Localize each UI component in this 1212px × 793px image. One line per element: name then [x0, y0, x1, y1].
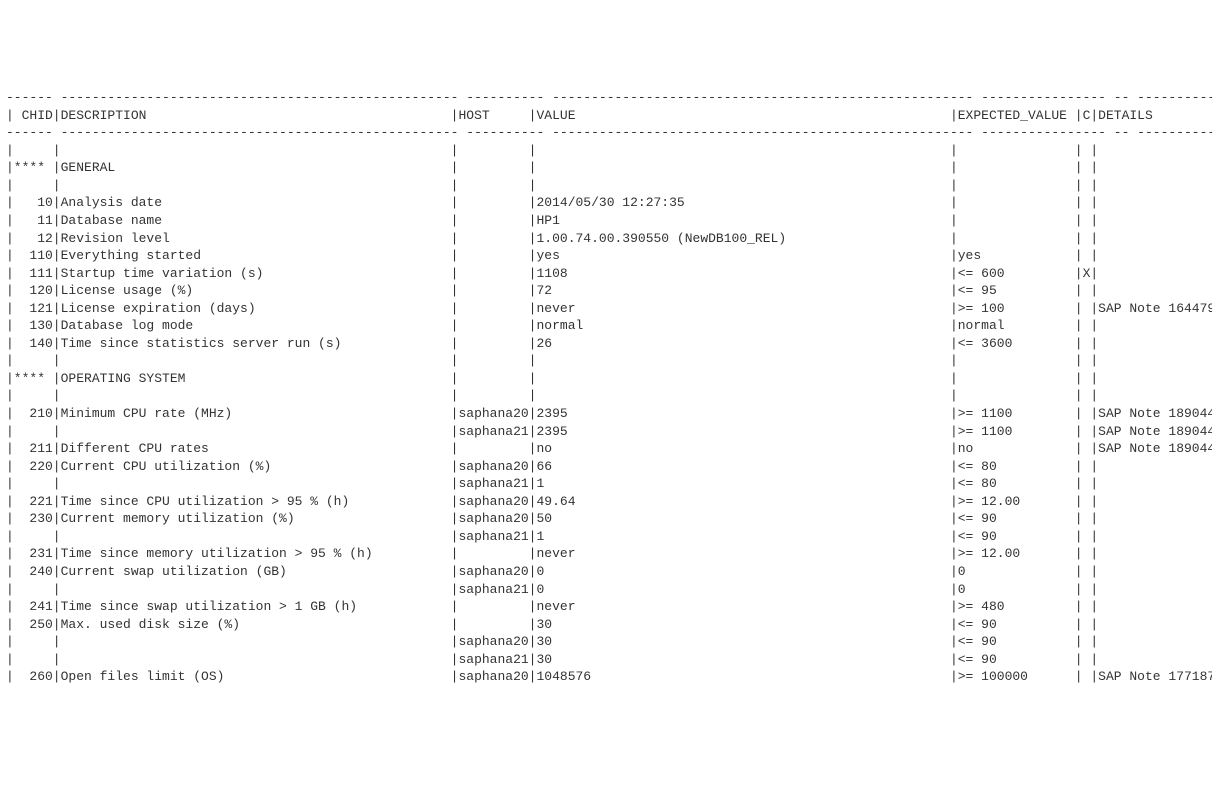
report-output: ------ ---------------------------------…	[6, 89, 1206, 686]
